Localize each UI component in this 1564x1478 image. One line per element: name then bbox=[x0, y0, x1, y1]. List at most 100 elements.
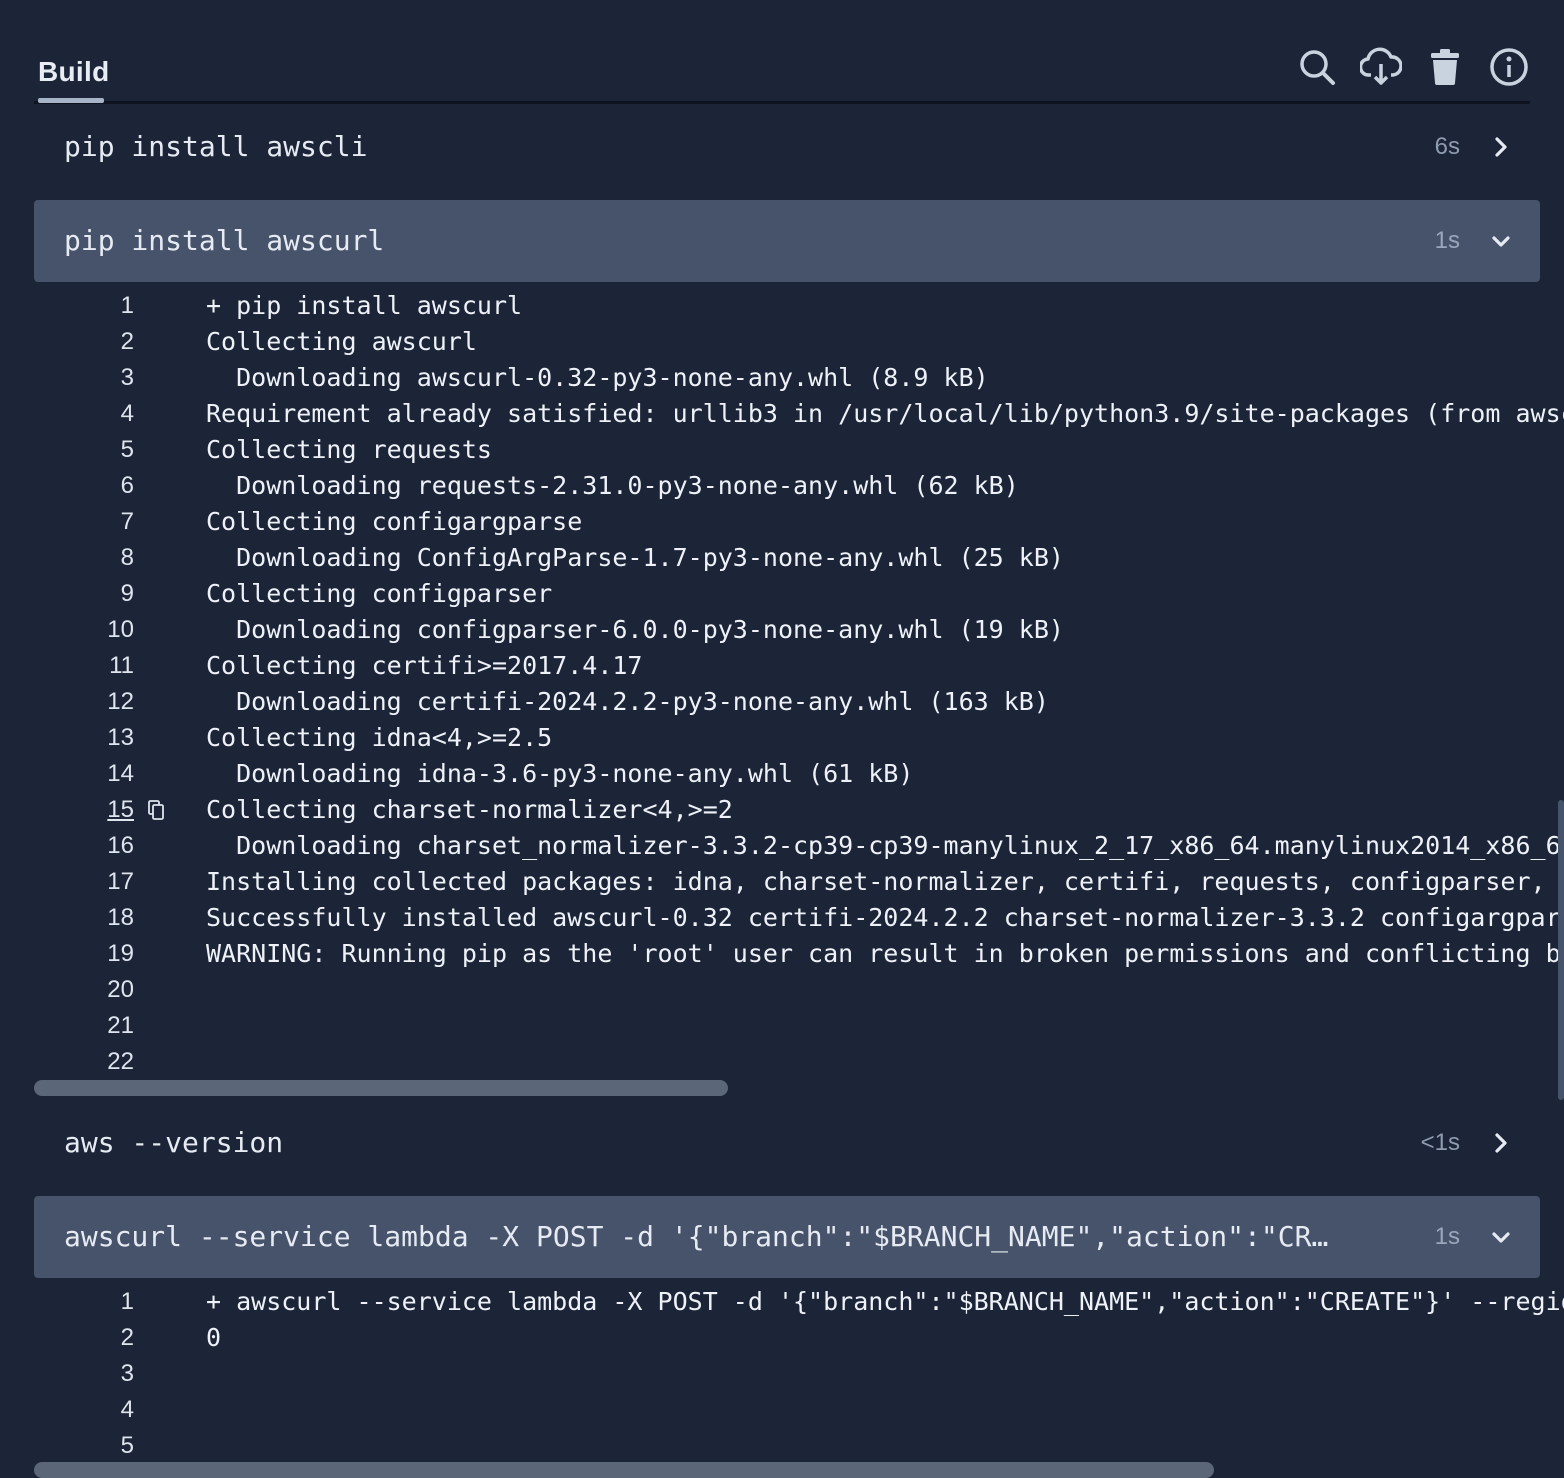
log-line: 2 Collecting awscurl bbox=[34, 324, 1564, 360]
log-line: 7 Collecting configargparse bbox=[34, 504, 1564, 540]
log-text: Collecting configargparse bbox=[206, 507, 583, 536]
line-number-link[interactable]: 3 bbox=[34, 360, 134, 396]
info-button[interactable] bbox=[1488, 44, 1530, 90]
log-text: Collecting awscurl bbox=[206, 327, 477, 356]
tab-divider bbox=[34, 101, 1530, 104]
line-number-link[interactable]: 5 bbox=[34, 1428, 134, 1464]
log-text: Installing collected packages: idna, cha… bbox=[206, 867, 1564, 896]
search-button[interactable] bbox=[1296, 44, 1338, 90]
chevron-right-icon bbox=[1495, 137, 1507, 157]
line-number-link[interactable]: 14 bbox=[34, 756, 134, 792]
log-text: Collecting idna<4,>=2.5 bbox=[206, 723, 553, 752]
log-line: 1 + awscurl --service lambda -X POST -d '… bbox=[34, 1284, 1564, 1320]
log-line: 20 bbox=[34, 972, 1564, 1008]
step-log-output: 1 + awscurl --service lambda -X POST -d '… bbox=[34, 1284, 1564, 1470]
step-duration: 1s bbox=[1434, 227, 1460, 254]
line-number-link[interactable]: 8 bbox=[34, 540, 134, 576]
line-number-link[interactable]: 10 bbox=[34, 612, 134, 648]
log-line: 17 Installing collected packages: idna, c… bbox=[34, 864, 1564, 900]
chevron-down-icon bbox=[1492, 236, 1510, 247]
line-number-link[interactable]: 12 bbox=[34, 684, 134, 720]
tab-active-indicator bbox=[38, 98, 104, 103]
log-line: 13 Collecting idna<4,>=2.5 bbox=[34, 720, 1564, 756]
log-line: 3 Downloading awscurl-0.32-py3-none-any.… bbox=[34, 360, 1564, 396]
log-text: 0 bbox=[206, 1323, 222, 1352]
delete-logs-button[interactable] bbox=[1424, 44, 1466, 90]
line-number-link[interactable]: 2 bbox=[34, 324, 134, 360]
line-number-link[interactable]: 13 bbox=[34, 720, 134, 756]
log-text: Collecting charset-normalizer<4,>=2 bbox=[206, 795, 733, 824]
line-number-link[interactable]: 3 bbox=[34, 1356, 134, 1392]
line-number-link[interactable]: 1 bbox=[34, 1284, 134, 1320]
log-text: Downloading idna-3.6-py3-none-any.whl (6… bbox=[206, 759, 914, 788]
log-text: Downloading ConfigArgParse-1.7-py3-none-… bbox=[206, 543, 1064, 572]
line-number-link[interactable]: 18 bbox=[34, 900, 134, 936]
log-line: 10 Downloading configparser-6.0.0-py3-no… bbox=[34, 612, 1564, 648]
log-line: 6 Downloading requests-2.31.0-py3-none-a… bbox=[34, 468, 1564, 504]
step-command: pip install awscurl bbox=[64, 224, 385, 257]
log-text: Collecting certifi>=2017.4.17 bbox=[206, 651, 643, 680]
log-text: WARNING: Running pip as the 'root' user … bbox=[206, 939, 1564, 968]
line-number-link[interactable]: 19 bbox=[34, 936, 134, 972]
download-logs-button[interactable] bbox=[1360, 44, 1402, 90]
line-number-link[interactable]: 7 bbox=[34, 504, 134, 540]
log-line: 18 Successfully installed awscurl-0.32 ce… bbox=[34, 900, 1564, 936]
log-line: 22 bbox=[34, 1044, 1564, 1080]
toolbar bbox=[1296, 44, 1530, 90]
info-icon bbox=[1490, 48, 1528, 86]
chevron-down-icon bbox=[1492, 1232, 1510, 1243]
log-line: 4 Requirement already satisfied: urllib3 … bbox=[34, 396, 1564, 432]
line-number-link[interactable]: 20 bbox=[34, 972, 134, 1008]
log-line: 9 Collecting configparser bbox=[34, 576, 1564, 612]
tab-bar: Build bbox=[34, 0, 1530, 104]
log-line: 5 Collecting requests bbox=[34, 432, 1564, 468]
log-vertical-scrollbar[interactable] bbox=[1558, 800, 1564, 1100]
log-text: + pip install awscurl bbox=[206, 291, 523, 320]
log-line: 3 bbox=[34, 1356, 1564, 1392]
log-text: Downloading requests-2.31.0-py3-none-any… bbox=[206, 471, 1019, 500]
line-number-link[interactable]: 21 bbox=[34, 1008, 134, 1044]
step-pip-install-awscurl[interactable]: pip install awscurl 1s bbox=[34, 200, 1540, 282]
line-number-link[interactable]: 9 bbox=[34, 576, 134, 612]
log-horizontal-scrollbar[interactable] bbox=[34, 1462, 1214, 1478]
log-line: 21 bbox=[34, 1008, 1564, 1044]
step-duration: 6s bbox=[1434, 133, 1460, 160]
step-pip-install-awscli[interactable]: pip install awscli 6s bbox=[34, 106, 1540, 188]
line-number-link[interactable]: 2 bbox=[34, 1320, 134, 1356]
log-line: 8 Downloading ConfigArgParse-1.7-py3-non… bbox=[34, 540, 1564, 576]
log-line: 19 WARNING: Running pip as the 'root' use… bbox=[34, 936, 1564, 972]
log-text: Downloading charset_normalizer-3.3.2-cp3… bbox=[206, 831, 1564, 860]
log-text: Successfully installed awscurl-0.32 cert… bbox=[206, 903, 1564, 932]
step-duration: <1s bbox=[1420, 1129, 1460, 1156]
trash-icon bbox=[1431, 49, 1459, 85]
log-line: 15 Collecting charset-normalizer<4,>=2 bbox=[34, 792, 1564, 828]
log-text: Collecting configparser bbox=[206, 579, 553, 608]
step-command: aws --version bbox=[64, 1126, 284, 1159]
step-aws-version[interactable]: aws --version <1s bbox=[34, 1102, 1540, 1184]
log-line: 12 Downloading certifi-2024.2.2-py3-none… bbox=[34, 684, 1564, 720]
log-text: Downloading certifi-2024.2.2-py3-none-an… bbox=[206, 687, 1049, 716]
line-number-link[interactable]: 4 bbox=[34, 1392, 134, 1428]
step-awscurl-lambda[interactable]: awscurl --service lambda -X POST -d '{"b… bbox=[34, 1196, 1540, 1278]
log-horizontal-scrollbar[interactable] bbox=[34, 1080, 728, 1096]
log-text: Requirement already satisfied: urllib3 i… bbox=[206, 399, 1564, 428]
line-number-link[interactable]: 16 bbox=[34, 828, 134, 864]
log-text: Collecting requests bbox=[206, 435, 492, 464]
line-number-link[interactable]: 17 bbox=[34, 864, 134, 900]
copy-icon[interactable] bbox=[148, 800, 164, 820]
line-number-link[interactable]: 15 bbox=[34, 792, 134, 828]
line-number-link[interactable]: 5 bbox=[34, 432, 134, 468]
step-duration: 1s bbox=[1434, 1223, 1460, 1250]
chevron-right-icon bbox=[1495, 1133, 1507, 1153]
log-text: + awscurl --service lambda -X POST -d '{… bbox=[206, 1287, 1564, 1316]
line-number-link[interactable]: 4 bbox=[34, 396, 134, 432]
step-log-output: 1 + pip install awscurl 2 Collecting awscur… bbox=[34, 288, 1564, 1080]
line-number-link[interactable]: 11 bbox=[34, 648, 134, 684]
line-number-link[interactable]: 1 bbox=[34, 288, 134, 324]
line-number-link[interactable]: 6 bbox=[34, 468, 134, 504]
search-icon bbox=[1300, 50, 1335, 85]
line-number-link[interactable]: 22 bbox=[34, 1044, 134, 1080]
log-line: 14 Downloading idna-3.6-py3-none-any.whl… bbox=[34, 756, 1564, 792]
tab-build[interactable]: Build bbox=[38, 56, 110, 88]
step-command: awscurl --service lambda -X POST -d '{"b… bbox=[64, 1220, 1329, 1253]
